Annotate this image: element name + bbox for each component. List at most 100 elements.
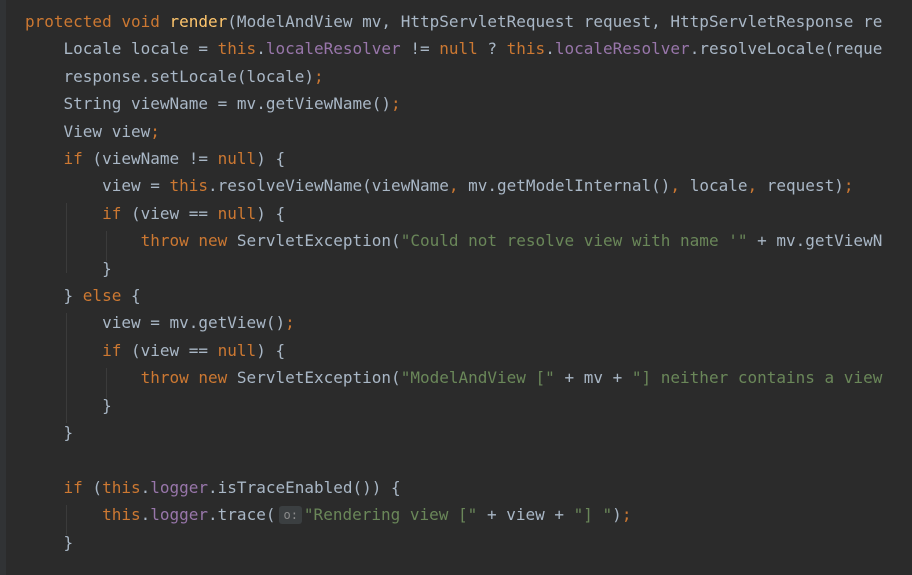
code-line[interactable]: if (viewName != null) { [25,145,286,172]
code-token: } [25,395,112,415]
code-token: null [217,340,257,360]
code-token: . [140,477,151,497]
code-token: + mv.getViewN [747,231,883,251]
parameter-hint: o: [279,506,302,525]
code-token: "] " [573,505,613,525]
code-token: render [169,12,228,31]
code-line[interactable]: } else { [25,282,141,309]
code-line[interactable]: } [25,529,74,556]
code-token: , [448,176,459,196]
code-token: . [140,505,151,525]
code-token: } [25,258,112,278]
code-line[interactable]: protected void render(ModelAndView mv, H… [25,8,882,35]
code-token: ; [285,313,295,333]
code-token: localeResolver [554,39,690,59]
code-token: "ModelAndView [" [400,368,555,388]
code-token: ( [82,477,103,497]
code-token: "] neither contains a view [631,368,883,388]
code-token: if [102,203,122,223]
code-token: ; [313,66,324,86]
code-token: } [25,532,74,552]
editor-gutter [0,0,6,575]
code-token: null [217,149,257,168]
code-token: throw new [140,368,237,388]
code-token: ) { [256,203,286,223]
code-token: ) { [256,149,286,168]
code-line[interactable]: view = this.resolveViewName(viewName, mv… [25,172,853,199]
code-line[interactable]: } [25,419,74,446]
code-token: protected void [25,12,170,31]
code-token: } [25,286,83,305]
code-token: (viewName != [82,149,218,168]
code-line[interactable]: view = mv.getView(); [25,309,295,336]
code-token: logger [150,505,209,525]
code-editor[interactable]: protected void render(ModelAndView mv, H… [0,0,912,575]
code-token: (view == [121,340,218,360]
code-token: null [439,39,478,59]
code-token: ) [612,505,622,525]
code-token: ServletException( [236,231,401,251]
code-token: Locale locale = [25,39,218,59]
code-token: ; [391,94,401,114]
code-token: .resolveViewName(viewName [208,176,449,196]
code-token: request) [757,176,844,196]
code-token: else [82,286,122,305]
code-token: view = [25,176,170,196]
code-line[interactable]: View view; [25,118,160,145]
code-token: throw new [140,231,237,251]
code-token: + mv + [554,368,632,388]
code-line[interactable]: Locale locale = this.localeResolver != n… [25,35,883,62]
code-token: this [506,39,546,59]
code-token: logger [150,477,209,497]
code-token: } [25,423,74,442]
code-line[interactable]: if (view == null) { [25,337,285,364]
code-line[interactable]: throw new ServletException("ModelAndView… [25,364,883,391]
code-line[interactable]: if (this.logger.isTraceEnabled()) { [25,474,401,501]
code-token: ServletException( [236,368,401,388]
code-token: if [102,340,122,360]
code-token: null [217,203,257,223]
code-token: localeResolver [265,39,401,59]
code-line[interactable]: String viewName = mv.getViewName(); [25,90,401,117]
code-line[interactable]: this.logger.trace(o: "Rendering view [" +… [25,501,631,528]
code-token: != [400,39,440,59]
code-token: if [63,477,83,497]
code-token: . [545,39,555,59]
code-token: , [670,176,681,196]
code-token: this [169,176,209,196]
code-token: + view + [477,505,574,525]
code-token: this [217,39,257,59]
code-line[interactable]: if (view == null) { [25,200,285,227]
code-token: "Rendering view [" [303,505,478,525]
code-token: ; [150,121,160,141]
code-token: View view [25,121,151,141]
code-line[interactable]: } [25,255,112,282]
code-token: ) { [256,340,286,360]
code-line[interactable]: throw new ServletException("Could not re… [25,227,883,254]
code-token: { [121,286,141,305]
code-line[interactable]: } [25,392,112,419]
code-token: ; [843,176,854,196]
code-token: this [102,477,141,497]
code-token: locale [680,176,748,196]
code-token: mv.getModelInternal() [458,176,671,196]
code-token: , [747,176,758,196]
code-token: .trace( [208,505,276,525]
code-token: .resolveLocale(reque [689,39,883,59]
code-token: .isTraceEnabled()) { [208,477,401,497]
code-line[interactable]: response.setLocale(locale); [25,63,324,90]
code-token: ; [621,505,632,525]
code-token: String viewName = mv.getViewName() [25,94,392,114]
code-token: . [256,39,266,59]
code-token: view = mv.getView() [25,313,286,333]
code-token: this [102,505,141,525]
code-token: if [63,149,83,168]
code-token: ? [477,39,507,59]
